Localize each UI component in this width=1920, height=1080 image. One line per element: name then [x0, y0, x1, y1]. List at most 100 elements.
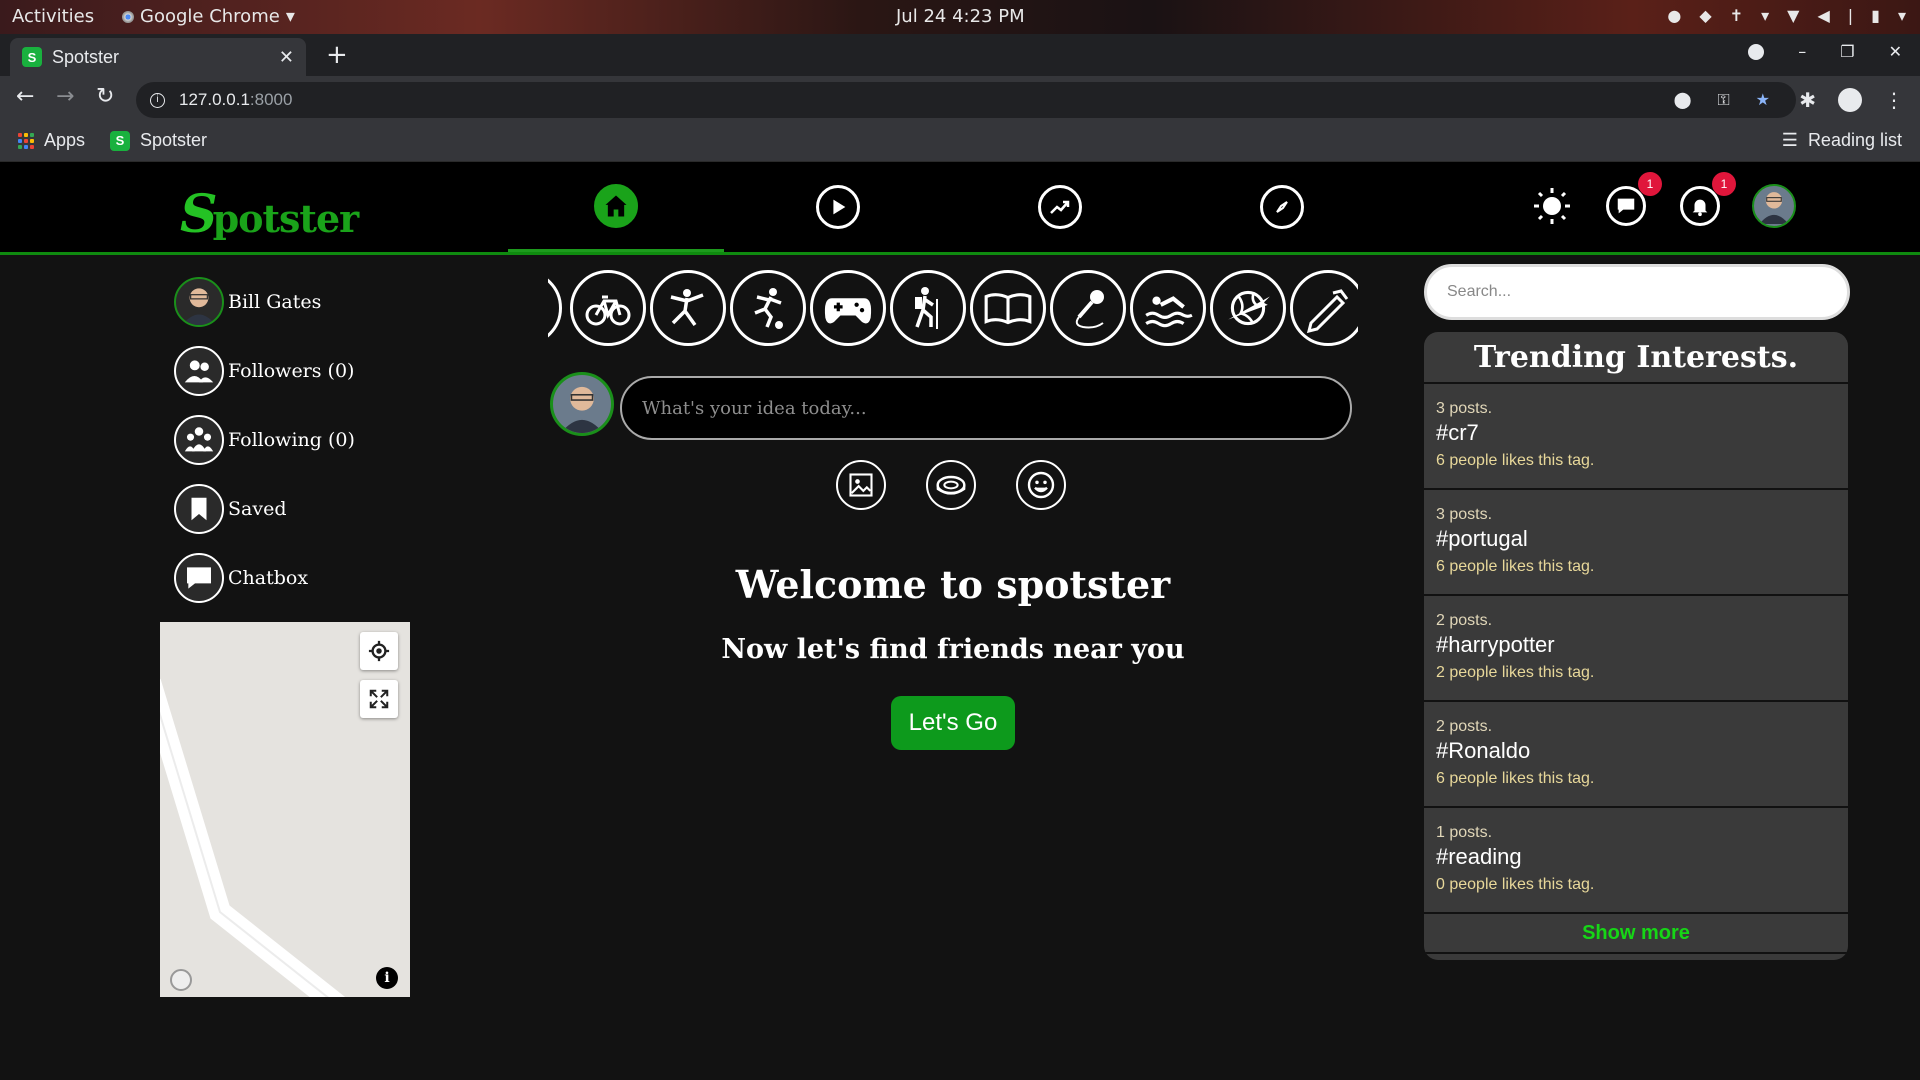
sidebar-profile[interactable]: Bill Gates	[174, 276, 474, 328]
chevron-down-icon[interactable]: ▾	[1761, 6, 1769, 25]
new-tab-button[interactable]: +	[326, 40, 348, 70]
nav-trending[interactable]	[952, 162, 1168, 252]
reading-list-button[interactable]: ☰ Reading list	[1782, 130, 1902, 151]
image-icon[interactable]	[836, 460, 886, 510]
trend-tag[interactable]: #portugal	[1436, 526, 1836, 552]
sidebar-item-saved[interactable]: Saved	[174, 483, 474, 535]
notifications-button[interactable]: 1	[1678, 172, 1736, 228]
welcome-heading: Welcome to spotster	[735, 562, 1171, 607]
mic-icon[interactable]: |	[1848, 6, 1853, 25]
trend-likes: 2 people likes this tag.	[1436, 664, 1595, 681]
trending-item[interactable]: 3 posts. #portugal 6 people likes this t…	[1424, 490, 1848, 596]
url-host: 127.0.0.1	[179, 90, 250, 109]
map[interactable]: i	[160, 622, 410, 997]
book-icon[interactable]	[970, 270, 1046, 346]
tab-spotster[interactable]: S Spotster ✕	[10, 38, 306, 76]
restore-icon[interactable]: ❐	[1840, 42, 1854, 61]
gamepad-icon[interactable]	[810, 270, 886, 346]
location-icon[interactable]: ⬤	[1674, 90, 1692, 110]
trending-item[interactable]: 2 posts. #Ronaldo 6 people likes this ta…	[1424, 702, 1848, 808]
trending-item[interactable]: 3 posts. #cr7 6 people likes this tag.	[1424, 384, 1848, 490]
idea-input[interactable]	[620, 376, 1352, 440]
reading-list-icon: ☰	[1781, 130, 1798, 150]
map-attribution-logo-icon[interactable]	[170, 969, 192, 991]
show-more-button[interactable]: Show more	[1424, 914, 1848, 954]
nav-explore[interactable]	[1174, 162, 1390, 252]
map-info-icon[interactable]: i	[376, 967, 398, 989]
site-header: Spotster 1 1	[0, 162, 1920, 255]
messages-button[interactable]: 1	[1604, 172, 1662, 228]
fullscreen-button[interactable]	[360, 680, 398, 718]
locate-button[interactable]	[360, 632, 398, 670]
trend-tag[interactable]: #harrypotter	[1436, 632, 1836, 658]
address-bar[interactable]: i 127.0.0.1:8000	[136, 82, 1796, 118]
trend-post-count: 2 posts.	[1436, 612, 1493, 629]
stadium-icon[interactable]	[926, 460, 976, 510]
trend-tag[interactable]: #cr7	[1436, 420, 1836, 446]
swimming-icon[interactable]	[1130, 270, 1206, 346]
lets-go-button[interactable]: Let's Go	[891, 696, 1015, 750]
shield-icon[interactable]: ◆	[1699, 6, 1711, 25]
sidebar-item-followers[interactable]: Followers (0)	[174, 345, 474, 397]
trend-tag[interactable]: #Ronaldo	[1436, 738, 1836, 764]
bookmarks-bar: Apps S Spotster ☰ Reading list	[0, 124, 1920, 162]
microphone-icon[interactable]	[1050, 270, 1126, 346]
cycling-icon[interactable]	[570, 270, 646, 346]
chrome-icon	[122, 10, 134, 23]
spotster-logo[interactable]: Spotster	[180, 184, 359, 245]
app-menu[interactable]: Google Chrome ▾	[122, 6, 295, 27]
sidebar-item-label: Saved	[228, 498, 287, 520]
travel-icon[interactable]	[1210, 270, 1286, 346]
trend-tag[interactable]: #reading	[1436, 844, 1836, 870]
close-icon[interactable]: ✕	[279, 47, 294, 68]
chevron-down-icon[interactable]: ▾	[1898, 6, 1906, 25]
emoji-icon[interactable]	[1016, 460, 1066, 510]
nav-home[interactable]	[508, 162, 724, 252]
trending-item[interactable]: 1 posts. #reading 0 people likes this ta…	[1424, 808, 1848, 914]
volume-icon[interactable]: ◀	[1817, 6, 1829, 25]
battery-icon[interactable]: ▮	[1871, 6, 1880, 25]
trending-item[interactable]: 2 posts. #harrypotter 2 people likes thi…	[1424, 596, 1848, 702]
reload-icon[interactable]: ↻	[96, 84, 114, 109]
search-input[interactable]	[1424, 264, 1850, 320]
info-icon[interactable]: i	[150, 92, 165, 108]
sidebar-item-label: Following (0)	[228, 429, 355, 451]
sidebar-item-chatbox[interactable]: Chatbox	[174, 552, 474, 604]
bookmark-apps[interactable]: Apps	[18, 130, 85, 151]
composer-avatar	[550, 372, 614, 436]
profile-avatar[interactable]	[1752, 184, 1796, 228]
drawing-icon[interactable]	[1290, 270, 1358, 346]
clock[interactable]: Jul 24 4:23 PM	[896, 6, 1025, 27]
back-icon[interactable]: ←	[16, 84, 34, 109]
tab-search-icon[interactable]	[1748, 43, 1765, 60]
wifi-icon[interactable]: ▼	[1787, 6, 1799, 25]
home-icon	[594, 183, 638, 228]
system-tray[interactable]: ● ◆ ✝ ▾ ▼ ◀ | ▮ ▾	[1667, 6, 1906, 25]
followers-icon	[174, 346, 224, 396]
activities-button[interactable]: Activities	[12, 6, 94, 27]
star-icon[interactable]: ★	[1756, 90, 1770, 110]
discord-icon[interactable]: ●	[1667, 6, 1681, 25]
hiking-icon[interactable]	[890, 270, 966, 346]
minimize-icon[interactable]: –	[1798, 42, 1806, 61]
compass-icon	[1260, 185, 1304, 229]
menu-icon[interactable]: ⋮	[1884, 88, 1904, 112]
forward-icon[interactable]: →	[56, 84, 74, 109]
bookmark-spotster[interactable]: S Spotster	[110, 130, 207, 151]
profile-icon[interactable]	[1838, 88, 1862, 112]
extensions-icon[interactable]: ✱	[1799, 88, 1816, 112]
user-name: Bill Gates	[228, 291, 322, 313]
trending-title: Trending Interests.	[1424, 332, 1848, 384]
key-icon[interactable]: ⚿	[1717, 90, 1729, 110]
left-sidebar: Bill Gates Followers (0) Following (0) S…	[174, 276, 474, 621]
previous-interest-icon[interactable]	[548, 270, 562, 346]
accessibility-icon[interactable]: ✝	[1730, 6, 1743, 25]
ballet-icon[interactable]	[650, 270, 726, 346]
sidebar-item-following[interactable]: Following (0)	[174, 414, 474, 466]
theme-toggle-button[interactable]	[1530, 184, 1574, 228]
sidebar-item-label: Chatbox	[228, 567, 309, 589]
nav-videos[interactable]	[730, 162, 946, 252]
trend-likes: 6 people likes this tag.	[1436, 770, 1595, 787]
close-window-icon[interactable]: ✕	[1889, 42, 1902, 61]
soccer-icon[interactable]	[730, 270, 806, 346]
